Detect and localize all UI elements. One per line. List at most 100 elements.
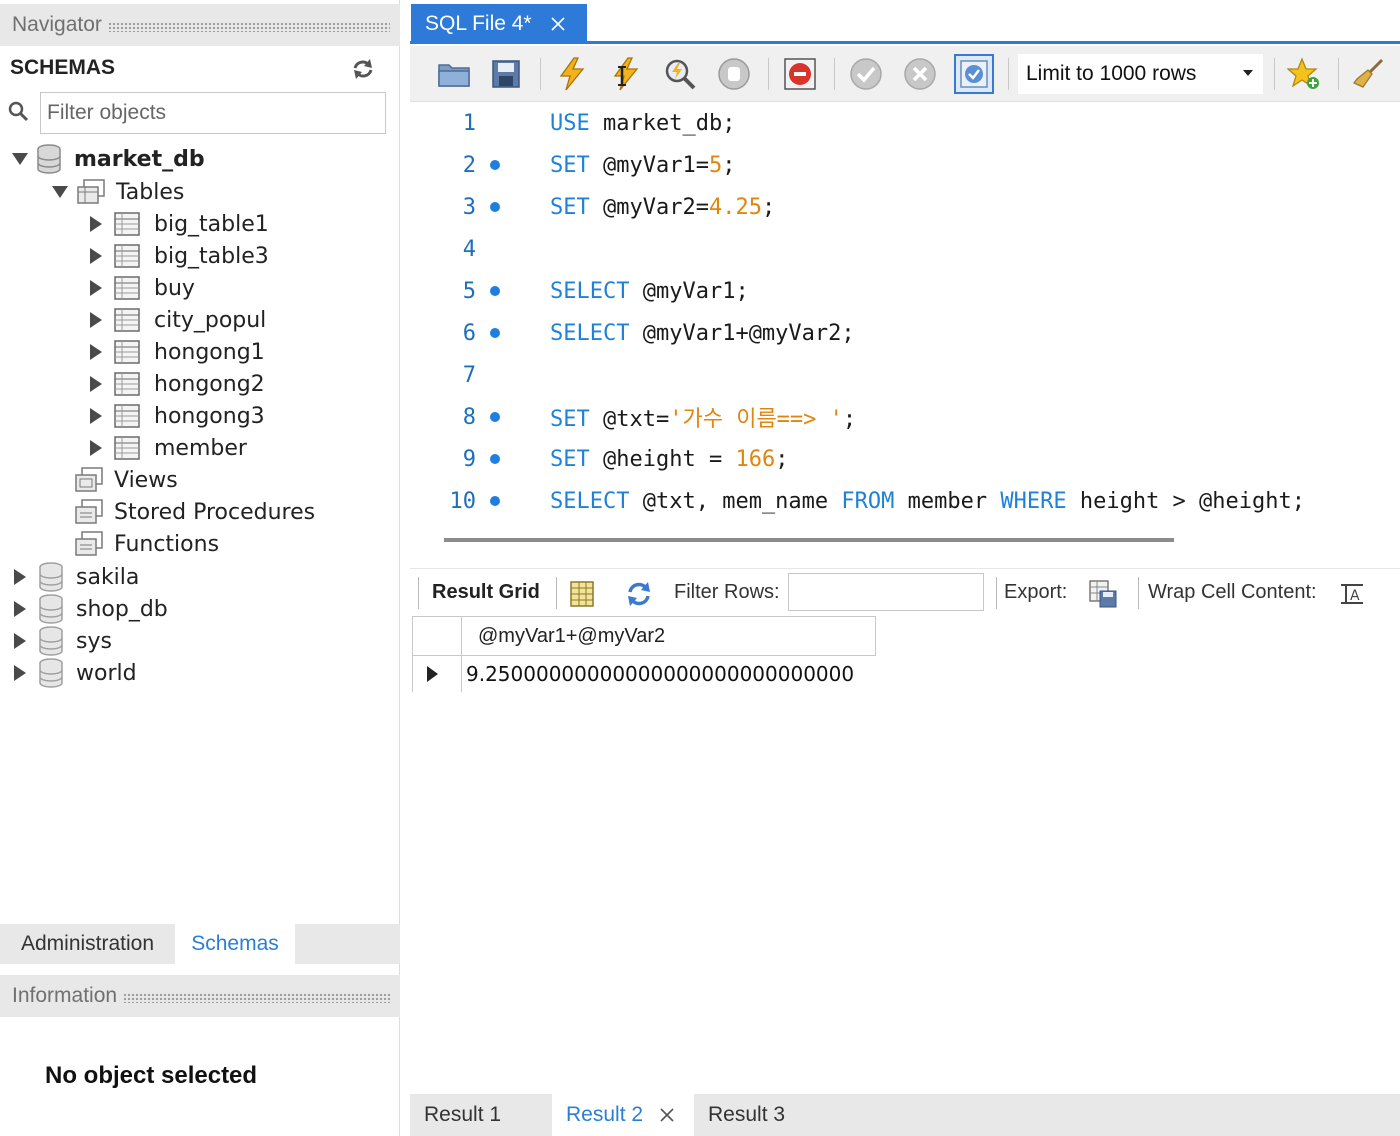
wrap-text-icon[interactable]: A	[1338, 579, 1368, 609]
code-fragment: height > @height;	[1066, 488, 1306, 514]
svg-text:A: A	[1350, 588, 1360, 604]
tree-item-market-db[interactable]: market_db	[12, 143, 205, 175]
procedures-group-label: Stored Procedures	[114, 499, 316, 525]
save-button[interactable]	[486, 54, 526, 94]
number-literal: 4.25	[708, 194, 762, 220]
sql-keyword: SELECT	[550, 320, 630, 346]
tree-item-schema[interactable]: shop_db	[12, 593, 168, 625]
toolbar-separator	[1008, 58, 1009, 90]
execute-button[interactable]	[552, 54, 592, 94]
tree-item-views[interactable]: Views	[74, 464, 178, 496]
grid-view-icon[interactable]	[568, 579, 598, 609]
tree-item-functions[interactable]: Functions	[74, 528, 219, 560]
navigator-panel: Navigator SCHEMAS Filter objects market_…	[0, 0, 400, 1136]
expand-down-icon[interactable]	[12, 153, 28, 165]
export-label: Export:	[1004, 581, 1068, 603]
header-dots	[107, 22, 390, 32]
line-number: 7	[462, 362, 476, 388]
explain-button[interactable]	[660, 54, 700, 94]
expand-right-icon[interactable]	[90, 248, 102, 264]
row-selector[interactable]	[412, 656, 462, 692]
stop-on-error-button[interactable]	[780, 54, 820, 94]
tree-item-table[interactable]: big_table3	[88, 240, 269, 272]
toolbar-separator	[768, 58, 769, 90]
refresh-arrows-icon[interactable]	[624, 579, 654, 609]
tree-item-table[interactable]: hongong2	[88, 368, 265, 400]
tab-schemas[interactable]: Schemas	[175, 924, 295, 964]
stop-button[interactable]	[714, 54, 754, 94]
tab-sql-file[interactable]: SQL File 4*	[411, 4, 587, 44]
column-header[interactable]: @myVar1+@myVar2	[462, 616, 876, 656]
result-grid-tab[interactable]: Result Grid	[432, 581, 540, 604]
expand-right-icon[interactable]	[90, 280, 102, 296]
tree-item-schema[interactable]: world	[12, 657, 137, 689]
open-file-button[interactable]	[434, 54, 474, 94]
rollback-button[interactable]	[900, 54, 940, 94]
database-icon	[37, 144, 61, 174]
code-fragment: @myVar1+@myVar2;	[629, 320, 855, 346]
expand-down-icon[interactable]	[52, 186, 68, 198]
autocommit-toggle[interactable]	[954, 54, 994, 94]
close-icon[interactable]	[659, 1107, 675, 1123]
tree-item-table[interactable]: big_table1	[88, 208, 269, 240]
tree-item-table[interactable]: city_popul	[88, 304, 266, 336]
table-icon	[114, 436, 140, 460]
statement-dot-icon	[490, 328, 500, 338]
tree-item-table[interactable]: member	[88, 432, 247, 464]
sql-keyword: SET	[550, 446, 590, 472]
table-cell[interactable]: 9.25000000000000000000000000000	[466, 656, 876, 692]
expand-right-icon[interactable]	[90, 376, 102, 392]
add-snippet-button[interactable]	[1284, 54, 1324, 94]
refresh-icon[interactable]	[350, 56, 376, 82]
navigator-bottom-tabs: Administration Schemas	[0, 924, 400, 964]
tab-result-1[interactable]: Result 1	[410, 1094, 552, 1136]
tree-item-table[interactable]: hongong3	[88, 400, 265, 432]
tree-item-table[interactable]: hongong1	[88, 336, 265, 368]
export-icon[interactable]	[1088, 579, 1118, 609]
expand-right-icon[interactable]	[90, 408, 102, 424]
execute-current-button[interactable]	[606, 54, 646, 94]
filter-rows-input[interactable]	[788, 573, 984, 611]
expand-right-icon[interactable]	[90, 216, 102, 232]
code-text: SET @txt='가수 이름==> ';	[550, 401, 856, 433]
tree-item-stored-procedures[interactable]: Stored Procedures	[74, 496, 315, 528]
commit-button[interactable]	[846, 54, 886, 94]
result-toolbar: Result Grid Filter Rows: Export: Wrap Ce…	[410, 568, 1400, 616]
tree-item-schema[interactable]: sakila	[12, 561, 139, 593]
statement-dot-icon	[490, 412, 500, 422]
expand-right-icon[interactable]	[90, 440, 102, 456]
schema-label: world	[76, 660, 137, 686]
code-text: USE market_db;	[550, 111, 735, 136]
editor-area: SQL File 4* Limit to 1000 rows 1 USE mar…	[410, 0, 1400, 1136]
expand-right-icon[interactable]	[90, 344, 102, 360]
tree-item-schema[interactable]: sys	[12, 625, 112, 657]
current-row-icon	[427, 666, 438, 682]
tab-label: Result 2	[566, 1103, 644, 1126]
tree-item-tables[interactable]: Tables	[52, 176, 184, 208]
expand-right-icon[interactable]	[90, 312, 102, 328]
filter-objects-input[interactable]	[40, 92, 386, 134]
expand-right-icon[interactable]	[14, 665, 26, 681]
code-line: 6 SELECT @myVar1+@myVar2;	[410, 312, 1400, 354]
code-line: 7	[410, 354, 1400, 396]
sql-keyword: SELECT	[550, 278, 630, 304]
tab-result-2[interactable]: Result 2	[552, 1094, 694, 1136]
folder-icon	[438, 64, 470, 87]
line-number: 6	[462, 320, 476, 346]
beautify-button[interactable]	[1348, 54, 1388, 94]
limit-rows-select[interactable]: Limit to 1000 rows	[1018, 54, 1263, 94]
expand-right-icon[interactable]	[14, 569, 26, 585]
database-icon	[39, 626, 63, 656]
expand-right-icon[interactable]	[14, 633, 26, 649]
tab-result-3[interactable]: Result 3	[694, 1094, 836, 1136]
horizontal-scrollbar[interactable]	[444, 538, 1174, 542]
expand-right-icon[interactable]	[14, 601, 26, 617]
wrap-cell-content-label: Wrap Cell Content:	[1148, 581, 1317, 603]
star-add-icon	[1287, 57, 1319, 89]
sql-editor[interactable]: 1 USE market_db; 2 SET @myVar1=5; 3 SET …	[410, 102, 1400, 522]
close-icon[interactable]	[550, 16, 566, 32]
tree-item-table[interactable]: buy	[88, 272, 195, 304]
information-title: Information	[12, 984, 118, 1007]
header-dots	[123, 993, 390, 1003]
tab-administration[interactable]: Administration	[0, 924, 175, 964]
